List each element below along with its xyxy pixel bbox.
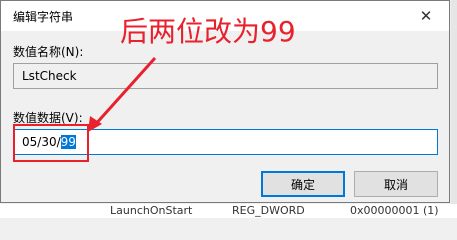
annotation-text: 后两位改为99 (120, 15, 296, 48)
